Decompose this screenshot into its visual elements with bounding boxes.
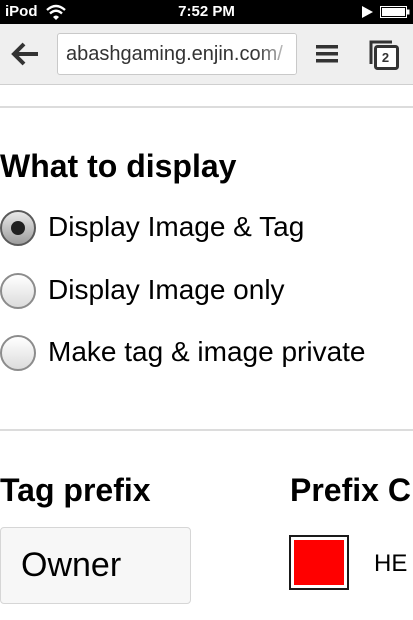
back-arrow-icon[interactable]: [10, 40, 42, 68]
tag-prefix-input[interactable]: [0, 527, 191, 604]
tag-prefix-label: Tag prefix: [0, 472, 151, 508]
radio-button[interactable]: [0, 335, 36, 371]
radio-label: Display Image only: [48, 274, 285, 305]
tab-count: 2: [381, 50, 390, 65]
prefix-color-swatch[interactable]: [289, 535, 349, 590]
url-fade: [256, 34, 296, 74]
radio-button[interactable]: [0, 273, 36, 309]
url-bar[interactable]: abashgaming.enjin.com/: [57, 33, 297, 75]
battery-icon: [380, 6, 410, 18]
prefix-color-label: Prefix C: [290, 472, 411, 508]
menu-icon[interactable]: [314, 43, 340, 65]
browser-toolbar: abashgaming.enjin.com/ 2: [0, 24, 413, 85]
hex-label: HE: [374, 550, 408, 577]
section-divider: [0, 106, 413, 108]
color-fill: [294, 540, 344, 585]
clock: 7:52 PM: [178, 3, 235, 20]
status-bar: iPod 7:52 PM: [0, 0, 413, 24]
what-to-display-heading: What to display: [0, 148, 237, 184]
radio-label: Display Image & Tag: [48, 211, 305, 242]
play-icon: [362, 6, 373, 18]
section-divider: [0, 429, 413, 431]
radio-button-checked[interactable]: [0, 210, 36, 246]
radio-label: Make tag & image private: [48, 336, 366, 367]
url-text: abashgaming.enjin.com/: [66, 43, 283, 65]
